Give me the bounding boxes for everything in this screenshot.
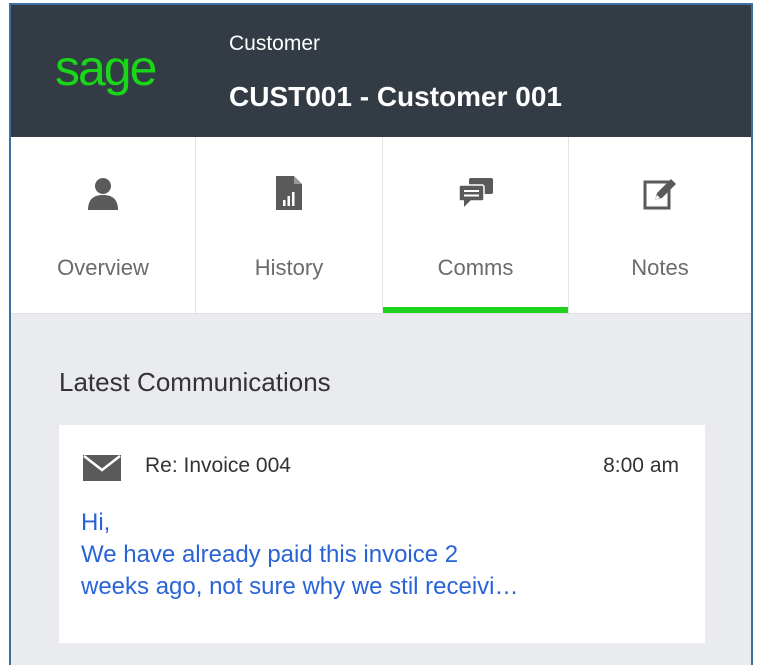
message-preview-line: Hi,: [81, 509, 111, 536]
tab-bar: Overview History Comms Notes: [11, 137, 751, 314]
message-time: 8:00 am: [603, 454, 679, 477]
message-preview-line: weeks ago, not sure why we stil receivi…: [81, 573, 519, 600]
tab-label: History: [254, 255, 324, 280]
tab-history[interactable]: History: [196, 137, 383, 313]
customer-panel: sage Customer CUST001 - Customer 001 Ove…: [9, 3, 753, 665]
edit-note-icon: [642, 175, 678, 211]
message-subject: Re: Invoice 004: [145, 454, 291, 477]
message-preview[interactable]: Hi, We have already paid this invoice 2 …: [81, 507, 681, 603]
tab-label: Overview: [57, 255, 149, 280]
envelope-icon: [83, 455, 121, 486]
tab-overview[interactable]: Overview: [11, 137, 196, 313]
person-icon: [85, 175, 121, 211]
tab-notes[interactable]: Notes: [569, 137, 751, 313]
entity-type-label: Customer: [229, 32, 321, 55]
tab-comms[interactable]: Comms: [383, 137, 569, 313]
app-header: sage Customer CUST001 - Customer 001: [11, 5, 751, 137]
tab-label: Comms: [437, 255, 514, 280]
document-chart-icon: [271, 175, 307, 211]
sage-logo: sage: [55, 40, 157, 96]
section-title: Latest Communications: [59, 367, 331, 397]
active-tab-indicator: [383, 307, 568, 313]
message-preview-line: We have already paid this invoice 2: [81, 541, 459, 568]
tab-label: Notes: [631, 255, 689, 280]
page-title: CUST001 - Customer 001: [229, 81, 563, 112]
chat-bubbles-icon: [458, 175, 494, 211]
communication-card[interactable]: Re: Invoice 004 8:00 am Hi, We have alre…: [59, 425, 705, 643]
